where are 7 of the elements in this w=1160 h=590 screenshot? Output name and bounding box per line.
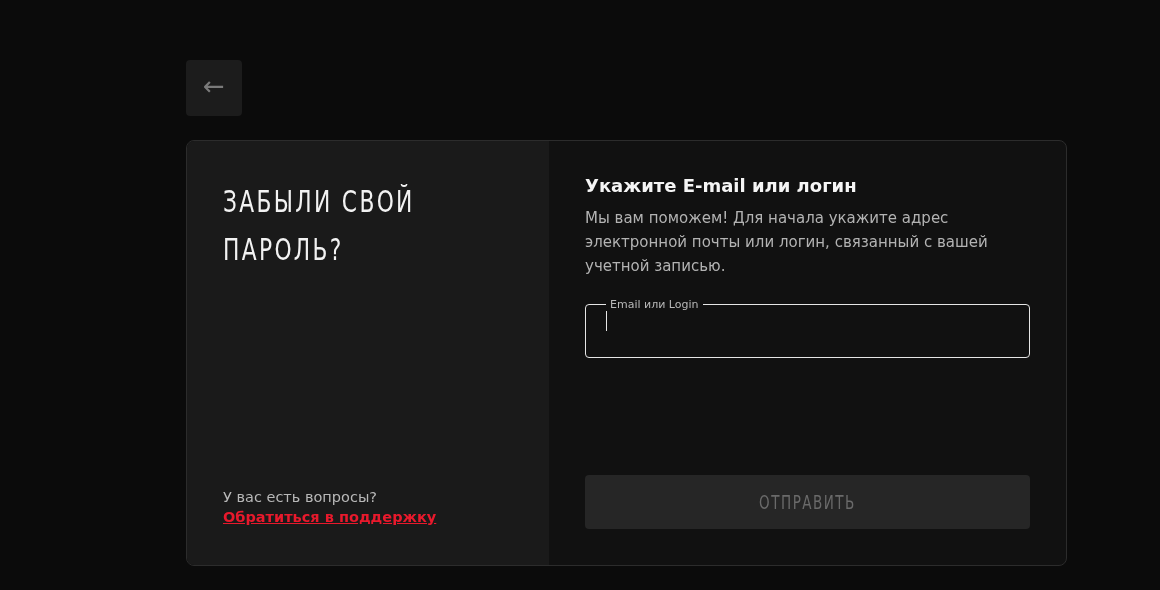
support-link[interactable]: Обратиться в поддержку	[223, 509, 437, 525]
form-description: Мы вам поможем! Для начала укажите адрес электронной почты или логин, связанный с вашей учетной записью.	[585, 208, 989, 277]
page-title: ЗАБЫЛИ СВОЙ ПАРОЛЬ?	[223, 182, 416, 269]
question-text: У вас есть вопросы?	[223, 489, 379, 505]
form-heading: Укажите E-mail или логин	[585, 175, 858, 196]
back-button[interactable]: ←	[186, 60, 242, 116]
email-field[interactable]: Email или Login	[585, 298, 1030, 358]
